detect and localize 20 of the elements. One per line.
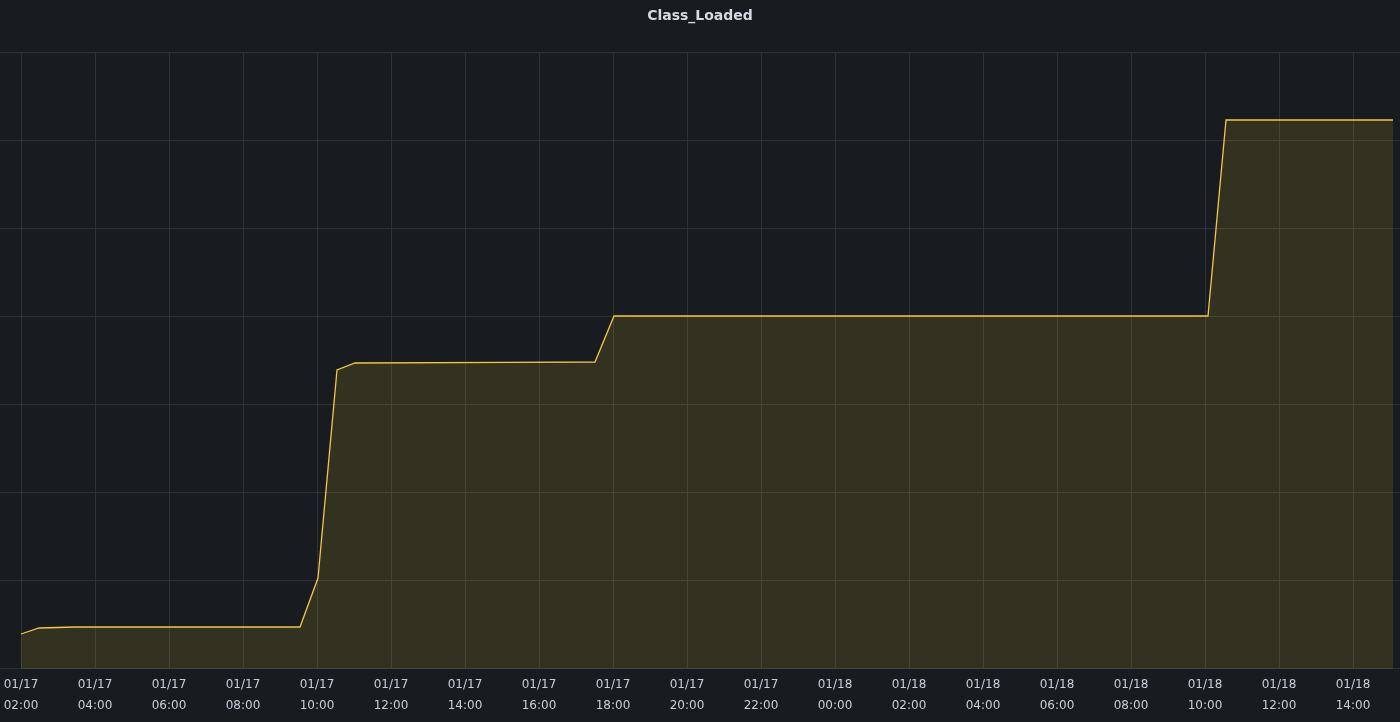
axis-tick-label: 01/18 00:00 [817, 676, 853, 714]
axis-tick-label: 01/17 12:00 [373, 676, 409, 714]
axis-tick-label: 01/17 16:00 [521, 676, 557, 714]
axis-tick-label: 01/17 08:00 [225, 676, 261, 714]
axis-tick-label: 01/18 06:00 [1039, 676, 1075, 714]
axis-tick-label: 01/17 10:00 [299, 676, 335, 714]
axis-tick-label: 01/18 12:00 [1261, 676, 1297, 714]
axis-tick-label: 01/18 04:00 [965, 676, 1001, 714]
axis-tick-label: 01/17 04:00 [77, 676, 113, 714]
axis-tick-label: 01/18 08:00 [1113, 676, 1149, 714]
axis-tick-label: 01/18 02:00 [891, 676, 927, 714]
axis-tick-label: 01/18 14:00 [1335, 676, 1371, 714]
axis-tick-label: 01/17 22:00 [743, 676, 779, 714]
axis-tick-label: 01/18 10:00 [1187, 676, 1223, 714]
axis-tick-label: 01/17 18:00 [595, 676, 631, 714]
axis-tick-label: 01/17 06:00 [151, 676, 187, 714]
axis-tick-label: 01/17 20:00 [669, 676, 705, 714]
axis-tick-label: 01/17 14:00 [447, 676, 483, 714]
panel-title: Class_Loaded [647, 7, 753, 23]
axis-tick-label: 01/17 02:00 [3, 676, 39, 714]
